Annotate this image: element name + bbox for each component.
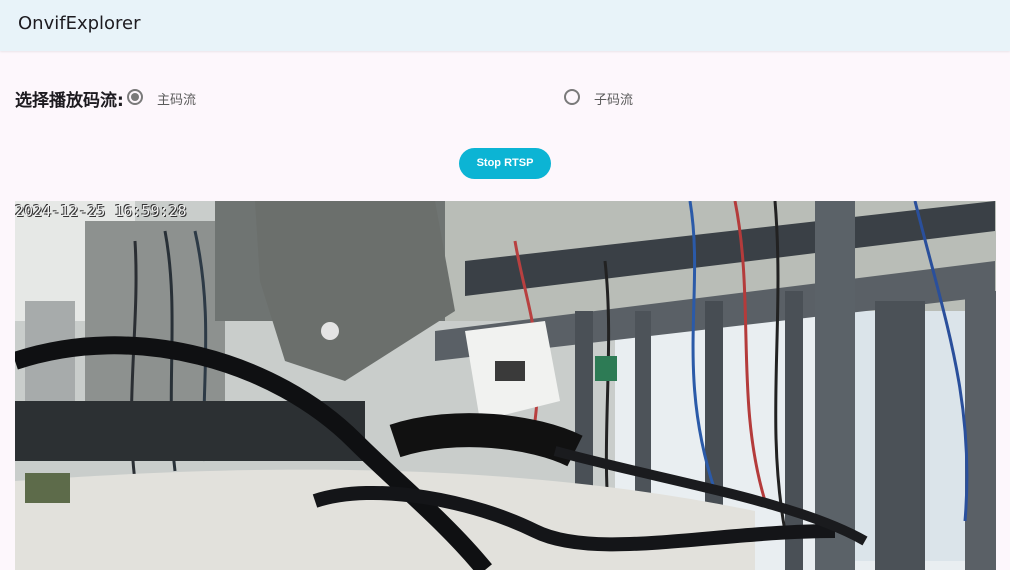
stream-select-label: 选择播放码流: [15,91,124,111]
video-player[interactable]: 2024-12-25 16:59:28 [15,201,996,570]
app-title: OnvifExplorer [18,13,141,34]
main-stream-label[interactable]: 主码流 [157,89,196,108]
video-frame [15,201,996,570]
stop-rtsp-button[interactable]: Stop RTSP [459,148,551,179]
sub-stream-radio[interactable] [564,89,580,105]
sub-stream-label[interactable]: 子码流 [594,89,633,108]
app-bar: OnvifExplorer [0,0,1010,51]
main-stream-radio[interactable] [127,89,143,105]
video-timestamp: 2024-12-25 16:59:28 [15,202,187,220]
